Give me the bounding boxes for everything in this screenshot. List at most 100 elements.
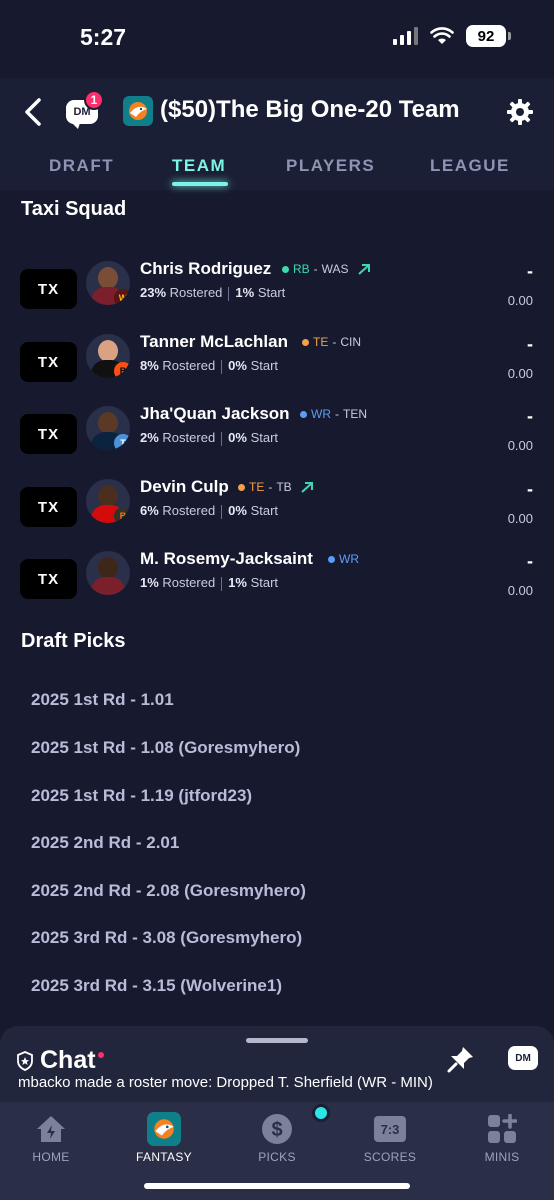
draft-pick-item[interactable]: 2025 3rd Rd - 3.08 (Goresmyhero)	[31, 928, 302, 948]
scoreboard-icon: 7:3	[373, 1112, 407, 1146]
shield-star-icon	[17, 1050, 33, 1071]
player-points: 0.00	[507, 293, 533, 308]
roster-slot-button[interactable]: TX	[20, 342, 77, 382]
draft-pick-item[interactable]: 2025 2nd Rd - 2.08 (Goresmyhero)	[31, 881, 306, 901]
dm-count-badge: 1	[84, 90, 104, 110]
projection-dash: -	[527, 406, 533, 426]
projection-dash: -	[527, 479, 533, 499]
dollar-icon: $	[260, 1104, 330, 1146]
player-name[interactable]: Jha'Quan Jackson	[140, 404, 290, 424]
league-title: ($50)The Big One-20 Team	[160, 96, 460, 123]
player-team: WAS	[321, 262, 349, 276]
player-points: 0.00	[507, 366, 533, 381]
battery-indicator: 92	[466, 25, 511, 47]
status-icons: 92	[393, 25, 511, 47]
team-logo-icon	[147, 1112, 181, 1146]
active-tab-indicator	[172, 182, 228, 186]
player-row[interactable]: TX B Devin Culp TE - TB 6% Rostered 0% St…	[0, 477, 554, 541]
player-position: WR	[339, 552, 359, 566]
draft-picks-title: Draft Picks	[21, 630, 126, 652]
player-stats: 1% Rostered 1% Start	[140, 575, 279, 591]
trending-up-icon	[357, 264, 370, 275]
team-badge-icon: B	[114, 507, 130, 523]
tab-players[interactable]: PLAYERS	[286, 156, 375, 176]
team-badge-icon: T	[114, 434, 130, 450]
chevron-left-icon	[25, 98, 41, 126]
signal-icon	[393, 27, 418, 45]
gear-icon	[507, 99, 533, 125]
projection-dash: -	[527, 334, 533, 354]
trending-up-icon	[301, 482, 313, 493]
player-stats: 2% Rostered 0% Start	[140, 430, 279, 446]
player-points: 0.00	[507, 583, 533, 598]
back-button[interactable]	[16, 92, 50, 132]
player-name[interactable]: Tanner McLachlan	[140, 332, 288, 352]
direct-messages-button[interactable]: DM 1	[66, 90, 104, 129]
player-points: 0.00	[507, 438, 533, 453]
grid-plus-icon	[485, 1112, 519, 1146]
tab-team[interactable]: TEAM	[172, 156, 226, 176]
tab-draft[interactable]: DRAFT	[49, 156, 114, 176]
picks-notification-dot	[312, 1104, 330, 1122]
roster-slot-button[interactable]: TX	[20, 487, 77, 527]
draft-pick-item[interactable]: 2025 1st Rd - 1.19 (jtford23)	[31, 786, 252, 806]
player-position: TE	[313, 335, 329, 349]
nav-minis[interactable]: MINIS	[457, 1112, 547, 1164]
draft-pick-item[interactable]: 2025 2nd Rd - 2.01	[31, 833, 179, 853]
player-avatar: B	[86, 479, 130, 523]
player-position: RB	[293, 262, 310, 276]
player-row[interactable]: TX T Jha'Quan Jackson WR - TEN 2% Roster…	[0, 404, 554, 468]
nav-picks[interactable]: $ PICKS	[232, 1104, 330, 1164]
player-avatar: B	[86, 334, 130, 378]
roster-slot-button[interactable]: TX	[20, 414, 77, 454]
player-position-info: WR - TEN	[300, 407, 367, 421]
team-badge-icon: B	[114, 362, 130, 378]
player-avatar	[86, 551, 130, 595]
player-team: TB	[276, 480, 292, 494]
player-position: TE	[249, 480, 265, 494]
player-row[interactable]: TX W Chris Rodriguez RB - WAS 23% Roster…	[0, 259, 554, 323]
chat-title: Chat	[16, 1046, 104, 1075]
player-position-info: RB - WAS	[282, 262, 371, 276]
roster-slot-button[interactable]: TX	[20, 269, 77, 309]
status-bar: 5:27 92	[0, 0, 554, 78]
settings-button[interactable]	[504, 96, 536, 128]
player-team: CIN	[340, 335, 362, 349]
player-name[interactable]: Chris Rodriguez	[140, 259, 271, 279]
tab-league[interactable]: LEAGUE	[430, 156, 510, 176]
draft-pick-item[interactable]: 2025 1st Rd - 1.08 (Goresmyhero)	[31, 738, 300, 758]
wifi-icon	[430, 27, 454, 44]
player-stats: 6% Rostered 0% Start	[140, 503, 279, 519]
roster-slot-button[interactable]: TX	[20, 559, 77, 599]
player-stats: 23% Rostered 1% Start	[140, 285, 286, 301]
svg-text:$: $	[271, 1119, 282, 1141]
draft-pick-item[interactable]: 2025 1st Rd - 1.01	[31, 690, 174, 710]
player-team: TEN	[343, 407, 367, 421]
pin-button[interactable]	[446, 1044, 476, 1074]
player-row[interactable]: TX M. Rosemy-Jacksaint WR 1% Rostered 1% …	[0, 549, 554, 613]
player-name[interactable]: Devin Culp	[140, 477, 229, 497]
player-row[interactable]: TX B Tanner McLachlan TE - CIN 8% Roster…	[0, 332, 554, 396]
taxi-squad-title: Taxi Squad	[21, 198, 127, 220]
nav-fantasy[interactable]: FANTASY	[119, 1112, 209, 1164]
player-position-info: WR	[328, 552, 359, 566]
player-points: 0.00	[507, 511, 533, 526]
chat-panel[interactable]: Chat mbacko made a roster move: Dropped …	[0, 1026, 554, 1102]
chat-drag-handle[interactable]	[246, 1038, 308, 1043]
nav-home[interactable]: HOME	[6, 1112, 96, 1164]
player-avatar: W	[86, 261, 130, 305]
player-position-info: TE - CIN	[302, 335, 361, 349]
nav-scores[interactable]: 7:3 SCORES	[345, 1112, 435, 1164]
home-icon	[34, 1112, 68, 1146]
projection-dash: -	[527, 551, 533, 571]
player-name[interactable]: M. Rosemy-Jacksaint	[140, 549, 313, 569]
player-avatar: T	[86, 406, 130, 450]
status-time: 5:27	[80, 24, 127, 50]
player-position-info: TE - TB	[238, 480, 314, 494]
chat-dm-button[interactable]: DM	[508, 1046, 538, 1070]
chat-latest-message[interactable]: mbacko made a roster move: Dropped T. Sh…	[18, 1074, 433, 1091]
player-position: WR	[311, 407, 331, 421]
player-stats: 8% Rostered 0% Start	[140, 358, 279, 374]
chat-unread-dot	[97, 1051, 104, 1058]
draft-pick-item[interactable]: 2025 3rd Rd - 3.15 (Wolverine1)	[31, 976, 282, 996]
